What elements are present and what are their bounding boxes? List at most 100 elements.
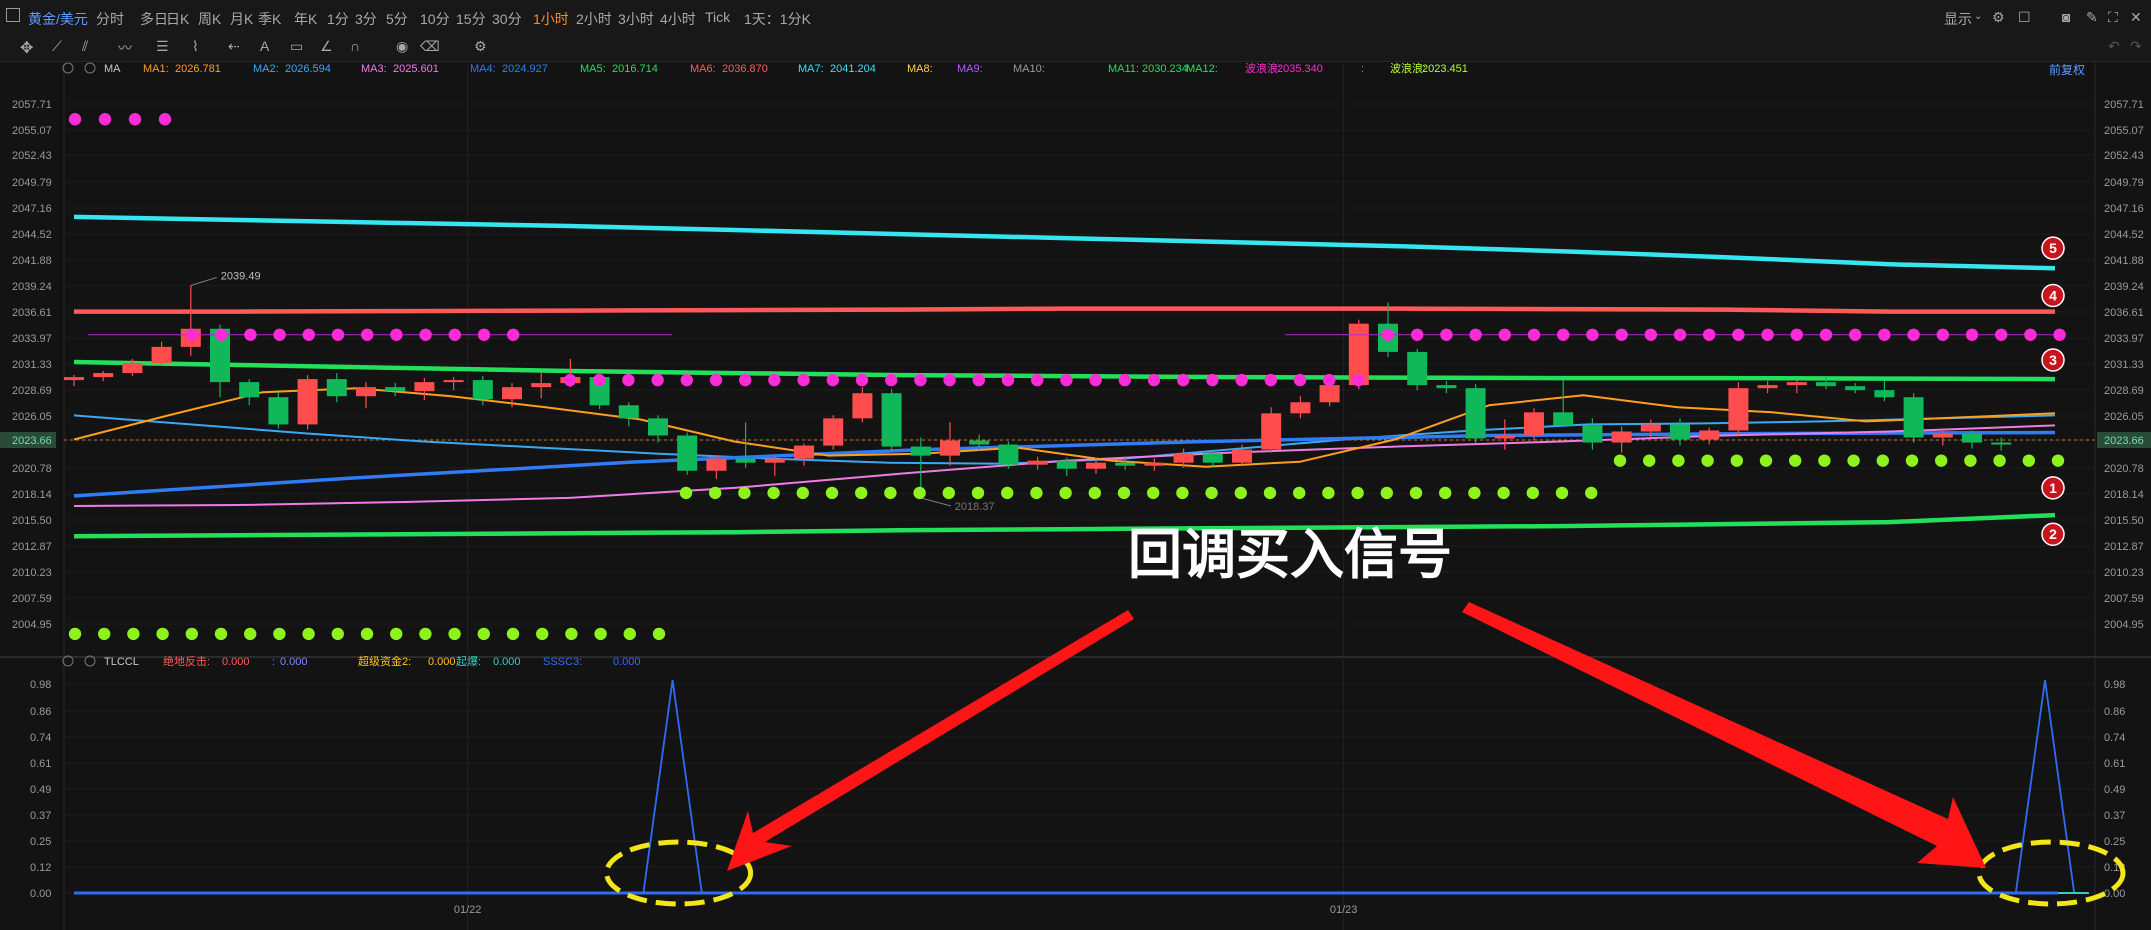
candle-body bbox=[297, 379, 318, 425]
green-signal-dot bbox=[1059, 486, 1072, 500]
y-tick-label: 2036.61 bbox=[12, 307, 52, 319]
candle-body bbox=[706, 458, 727, 471]
y-tick-label-right: 2044.52 bbox=[2104, 229, 2144, 241]
legend-value: 2041.204 bbox=[830, 63, 876, 75]
green-signal-dot bbox=[1876, 454, 1890, 467]
sub-plot-bg bbox=[0, 657, 2151, 930]
green-signal-dot bbox=[1789, 454, 1802, 467]
legend-value: 2024.927 bbox=[502, 63, 548, 75]
sub-y-tick-label-right: 0.37 bbox=[2104, 810, 2125, 822]
sub-y-tick-label: 0.61 bbox=[30, 758, 51, 770]
legend-label: : bbox=[1361, 63, 1364, 75]
sub-y-tick-label: 0.74 bbox=[30, 732, 51, 744]
magenta-signal-dot bbox=[1001, 373, 1015, 387]
candle-body bbox=[1816, 382, 1836, 387]
green-signal-dot bbox=[1759, 454, 1773, 467]
y-tick-label-right: 2052.43 bbox=[2104, 150, 2144, 162]
magenta-signal-dot bbox=[768, 373, 781, 387]
magenta-signal-dot bbox=[1907, 328, 1920, 341]
y-tick-label-right: 2010.23 bbox=[2104, 567, 2144, 579]
green-signal-dot bbox=[1905, 454, 1919, 467]
y-tick-label: 2020.78 bbox=[12, 463, 52, 475]
sub-legend-value: 0.000 bbox=[428, 656, 456, 668]
y-tick-label: 2026.05 bbox=[12, 411, 52, 423]
candle-body bbox=[1553, 412, 1574, 426]
green-signal-dot bbox=[98, 627, 111, 641]
y-tick-label-right: 2041.88 bbox=[2104, 255, 2144, 267]
green-signal-dot bbox=[679, 486, 693, 500]
candle-body bbox=[1436, 385, 1457, 389]
magenta-signal-dot bbox=[1440, 328, 1453, 341]
magenta-signal-dot bbox=[1732, 328, 1745, 341]
y-tick-label: 2052.43 bbox=[12, 150, 52, 162]
candle-body bbox=[910, 446, 931, 456]
candle-body bbox=[998, 444, 1019, 465]
magenta-signal-dot bbox=[622, 373, 635, 387]
candle-body bbox=[1611, 431, 1632, 443]
y-tick-label-right: 2031.33 bbox=[2104, 359, 2144, 371]
y-tick-label-right: 2012.87 bbox=[2104, 541, 2144, 553]
candle-body bbox=[1144, 462, 1165, 466]
y-tick-label-right: 2004.95 bbox=[2104, 619, 2144, 631]
green-signal-dot bbox=[536, 627, 549, 641]
green-signal-dot bbox=[1205, 486, 1218, 500]
magenta-signal-dot bbox=[1031, 373, 1044, 387]
candle-body bbox=[1640, 424, 1661, 432]
magenta-signal-dot bbox=[1118, 373, 1132, 387]
candle-body bbox=[618, 405, 639, 419]
y-tick-label: 2057.71 bbox=[12, 99, 52, 111]
green-signal-dot bbox=[565, 627, 578, 641]
candle-body bbox=[151, 346, 172, 363]
magenta-signal-dot bbox=[1147, 373, 1161, 387]
candle-body bbox=[1699, 430, 1720, 440]
magenta-signal-dot bbox=[68, 113, 82, 126]
magenta-signal-dot bbox=[1235, 373, 1248, 387]
magenta-signal-dot bbox=[972, 373, 985, 387]
green-signal-dot bbox=[1555, 486, 1569, 500]
x-axis-label: 01/22 bbox=[454, 904, 482, 916]
candle-body bbox=[1086, 462, 1106, 469]
sub-y-tick-label: 0.49 bbox=[30, 784, 51, 796]
candle-body bbox=[1202, 453, 1223, 463]
magenta-signal-dot bbox=[1323, 373, 1336, 387]
y-tick-label: 2047.16 bbox=[12, 203, 52, 215]
legend-value: 2030.234 bbox=[1142, 63, 1188, 75]
green-signal-dot bbox=[448, 627, 461, 641]
sub-legend-label: 起爆: bbox=[456, 654, 481, 668]
green-signal-dot bbox=[156, 627, 169, 641]
magenta-signal-dot bbox=[680, 373, 693, 387]
y-tick-label-right: 2036.61 bbox=[2104, 307, 2144, 319]
y-tick-label: 2055.07 bbox=[12, 125, 52, 137]
candle-body bbox=[881, 393, 902, 447]
y-tick-label-right: 2049.79 bbox=[2104, 177, 2144, 189]
candle-body bbox=[356, 387, 376, 397]
green-signal-dot bbox=[419, 627, 432, 641]
magenta-signal-dot bbox=[1790, 328, 1804, 341]
green-signal-dot bbox=[1439, 486, 1452, 500]
green-signal-dot bbox=[1964, 454, 1977, 467]
candle-body bbox=[1786, 382, 1807, 386]
green-signal-dot bbox=[1468, 486, 1481, 500]
candle-body bbox=[648, 418, 668, 436]
sub-y-tick-label-right: 0.74 bbox=[2104, 732, 2125, 744]
legend-value: 2026.594 bbox=[285, 63, 331, 75]
y-tick-label: 2041.88 bbox=[12, 255, 52, 267]
magenta-signal-dot bbox=[709, 373, 723, 387]
y-tick-label: 2039.24 bbox=[12, 281, 52, 293]
sub-legend-value: 0.000 bbox=[280, 656, 308, 668]
green-signal-dot bbox=[913, 486, 926, 500]
green-signal-dot bbox=[971, 486, 985, 500]
candle-body bbox=[1319, 385, 1340, 403]
green-signal-dot bbox=[623, 627, 636, 641]
y-tick-label: 2031.33 bbox=[12, 359, 52, 371]
green-signal-dot bbox=[709, 486, 722, 500]
numbered-marker-label: 4 bbox=[2049, 288, 2057, 304]
green-signal-dot bbox=[185, 627, 198, 641]
magenta-signal-dot bbox=[1557, 328, 1570, 341]
y-tick-label-right: 2033.97 bbox=[2104, 333, 2144, 345]
numbered-marker-label: 3 bbox=[2049, 352, 2057, 368]
magenta-signal-dot bbox=[1673, 328, 1687, 341]
magenta-signal-dot bbox=[855, 373, 869, 387]
numbered-marker-label: 1 bbox=[2049, 480, 2057, 496]
legend-label: MA12: bbox=[1186, 63, 1218, 75]
